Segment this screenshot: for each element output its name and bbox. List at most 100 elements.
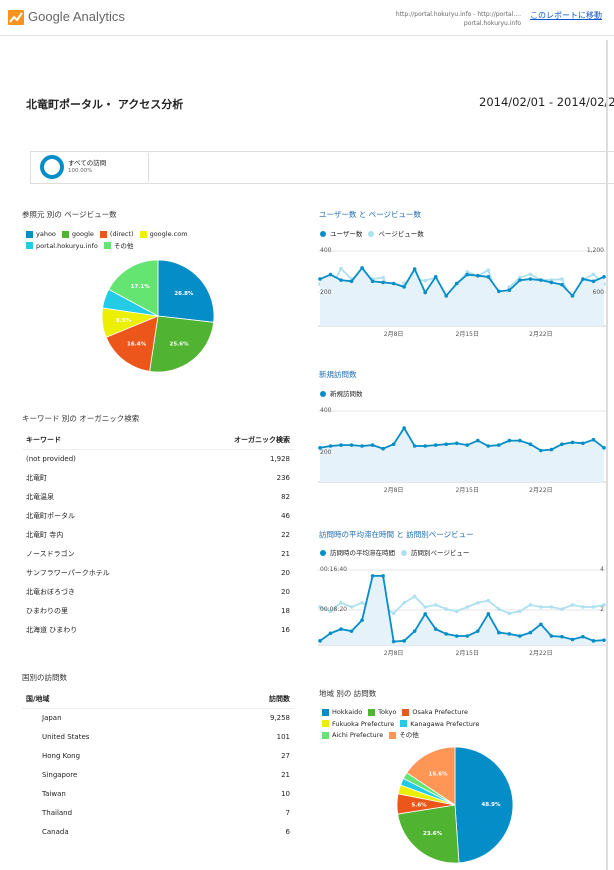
keyword-cell[interactable]: 北竜町ポータル xyxy=(22,506,182,525)
data-point[interactable] xyxy=(339,443,343,447)
data-point[interactable] xyxy=(328,272,333,277)
data-point[interactable] xyxy=(412,444,417,448)
table-row[interactable]: ノースドラゴン 21 xyxy=(22,544,294,563)
data-point[interactable] xyxy=(581,441,585,446)
data-point[interactable] xyxy=(486,268,491,273)
data-point[interactable] xyxy=(433,627,438,631)
data-point[interactable] xyxy=(454,609,459,614)
table-row[interactable]: 北海道 ひまわり 16 xyxy=(22,620,294,639)
referrer-legend-item[interactable]: portal.hokuryu.info xyxy=(26,241,98,251)
data-point[interactable] xyxy=(507,438,512,443)
region-legend-item[interactable]: Aichi Prefecture xyxy=(322,730,383,740)
region-legend-item[interactable]: Osaka Prefecture xyxy=(402,707,468,717)
new-visits-legend-item[interactable]: 新規訪問数 xyxy=(320,389,363,399)
data-point[interactable] xyxy=(549,447,554,452)
data-point[interactable] xyxy=(402,426,406,430)
data-point[interactable] xyxy=(444,442,449,446)
data-point[interactable] xyxy=(528,630,533,635)
data-point[interactable] xyxy=(339,600,343,605)
data-point[interactable] xyxy=(581,605,585,609)
data-point[interactable] xyxy=(528,442,533,446)
data-point[interactable] xyxy=(465,634,470,638)
data-point[interactable] xyxy=(423,278,427,283)
data-point[interactable] xyxy=(454,634,459,638)
data-point[interactable] xyxy=(381,574,385,578)
data-point[interactable] xyxy=(465,272,470,277)
data-point[interactable] xyxy=(591,639,596,643)
data-point[interactable] xyxy=(360,600,364,605)
region-legend-item[interactable]: Kanagawa Prefecture xyxy=(400,719,479,729)
data-point[interactable] xyxy=(339,266,343,271)
data-point[interactable] xyxy=(528,277,533,281)
table-row[interactable]: United States 101 xyxy=(22,727,294,746)
users-pv-legend-item[interactable]: ページビュー数 xyxy=(368,229,424,239)
keyword-cell[interactable]: ひまわりの里 xyxy=(22,601,182,620)
data-point[interactable] xyxy=(539,605,543,609)
data-point[interactable] xyxy=(560,442,564,446)
table-row[interactable]: 北竜町 寺内 22 xyxy=(22,525,294,544)
data-point[interactable] xyxy=(381,280,385,285)
data-point[interactable] xyxy=(518,438,522,443)
data-point[interactable] xyxy=(465,443,470,447)
country-cell[interactable]: Canada xyxy=(22,822,215,841)
referrer-legend-item[interactable]: (direct) xyxy=(99,229,134,239)
data-point[interactable] xyxy=(591,279,596,284)
referrer-legend-item[interactable]: google.com xyxy=(139,229,188,239)
table-row[interactable]: ひまわりの里 18 xyxy=(22,601,294,620)
table-row[interactable]: 北竜町ポータル 46 xyxy=(22,506,294,525)
table-row[interactable]: 北竜温泉 82 xyxy=(22,487,294,506)
data-point[interactable] xyxy=(454,281,459,286)
data-point[interactable] xyxy=(570,294,575,298)
data-point[interactable] xyxy=(318,277,322,281)
country-cell[interactable]: United States xyxy=(22,727,215,746)
keyword-cell[interactable]: サンフラワーパークホテル xyxy=(22,563,182,582)
referrer-legend-item[interactable]: yahoo xyxy=(26,229,56,239)
data-point[interactable] xyxy=(454,441,459,446)
data-point[interactable] xyxy=(349,605,354,609)
go-to-report-link[interactable]: このレポートに移動 xyxy=(530,10,602,21)
data-point[interactable] xyxy=(507,632,512,636)
data-point[interactable] xyxy=(433,443,438,447)
data-point[interactable] xyxy=(349,443,354,447)
keyword-cell[interactable]: 北竜おぼろづき xyxy=(22,582,182,601)
keyword-cell[interactable]: 北竜町 xyxy=(22,468,182,487)
data-point[interactable] xyxy=(349,629,354,633)
duration-legend-item[interactable]: 訪問別ページビュー xyxy=(401,548,469,558)
data-point[interactable] xyxy=(391,442,396,446)
data-point[interactable] xyxy=(381,446,385,451)
data-point[interactable] xyxy=(528,603,533,607)
data-point[interactable] xyxy=(475,273,480,278)
data-point[interactable] xyxy=(423,444,427,448)
region-legend-item[interactable]: Hokkaido xyxy=(322,707,362,717)
country-cell[interactable]: Japan xyxy=(22,708,215,727)
data-point[interactable] xyxy=(591,272,596,277)
table-row[interactable]: Japan 9,258 xyxy=(22,708,294,727)
data-point[interactable] xyxy=(539,278,543,282)
keyword-col-header[interactable]: キーワード xyxy=(22,432,183,450)
data-point[interactable] xyxy=(391,611,396,616)
data-point[interactable] xyxy=(570,637,575,642)
data-point[interactable] xyxy=(402,639,406,643)
data-point[interactable] xyxy=(370,574,375,578)
keyword-cell[interactable]: ノースドラゴン xyxy=(22,544,182,563)
data-point[interactable] xyxy=(433,275,438,279)
data-point[interactable] xyxy=(497,289,501,294)
segment-name[interactable]: すべての訪問 xyxy=(68,157,106,167)
data-point[interactable] xyxy=(560,277,564,281)
data-point[interactable] xyxy=(328,631,333,636)
data-point[interactable] xyxy=(486,598,491,603)
data-point[interactable] xyxy=(539,622,543,627)
data-point[interactable] xyxy=(486,612,491,616)
table-row[interactable]: Thailand 7 xyxy=(22,803,294,822)
keyword-cell[interactable]: 北竜温泉 xyxy=(22,487,182,506)
data-point[interactable] xyxy=(539,448,543,453)
data-point[interactable] xyxy=(560,282,564,287)
data-point[interactable] xyxy=(486,275,491,279)
country-cell[interactable]: Taiwan xyxy=(22,784,215,803)
visits-col-header[interactable]: 訪問数 xyxy=(215,691,294,709)
duration-legend-item[interactable]: 訪問時の平均滞在時間 xyxy=(320,548,395,558)
country-cell[interactable]: Singapore xyxy=(22,765,215,784)
data-point[interactable] xyxy=(339,627,343,631)
data-point[interactable] xyxy=(560,607,564,611)
data-point[interactable] xyxy=(360,266,364,270)
